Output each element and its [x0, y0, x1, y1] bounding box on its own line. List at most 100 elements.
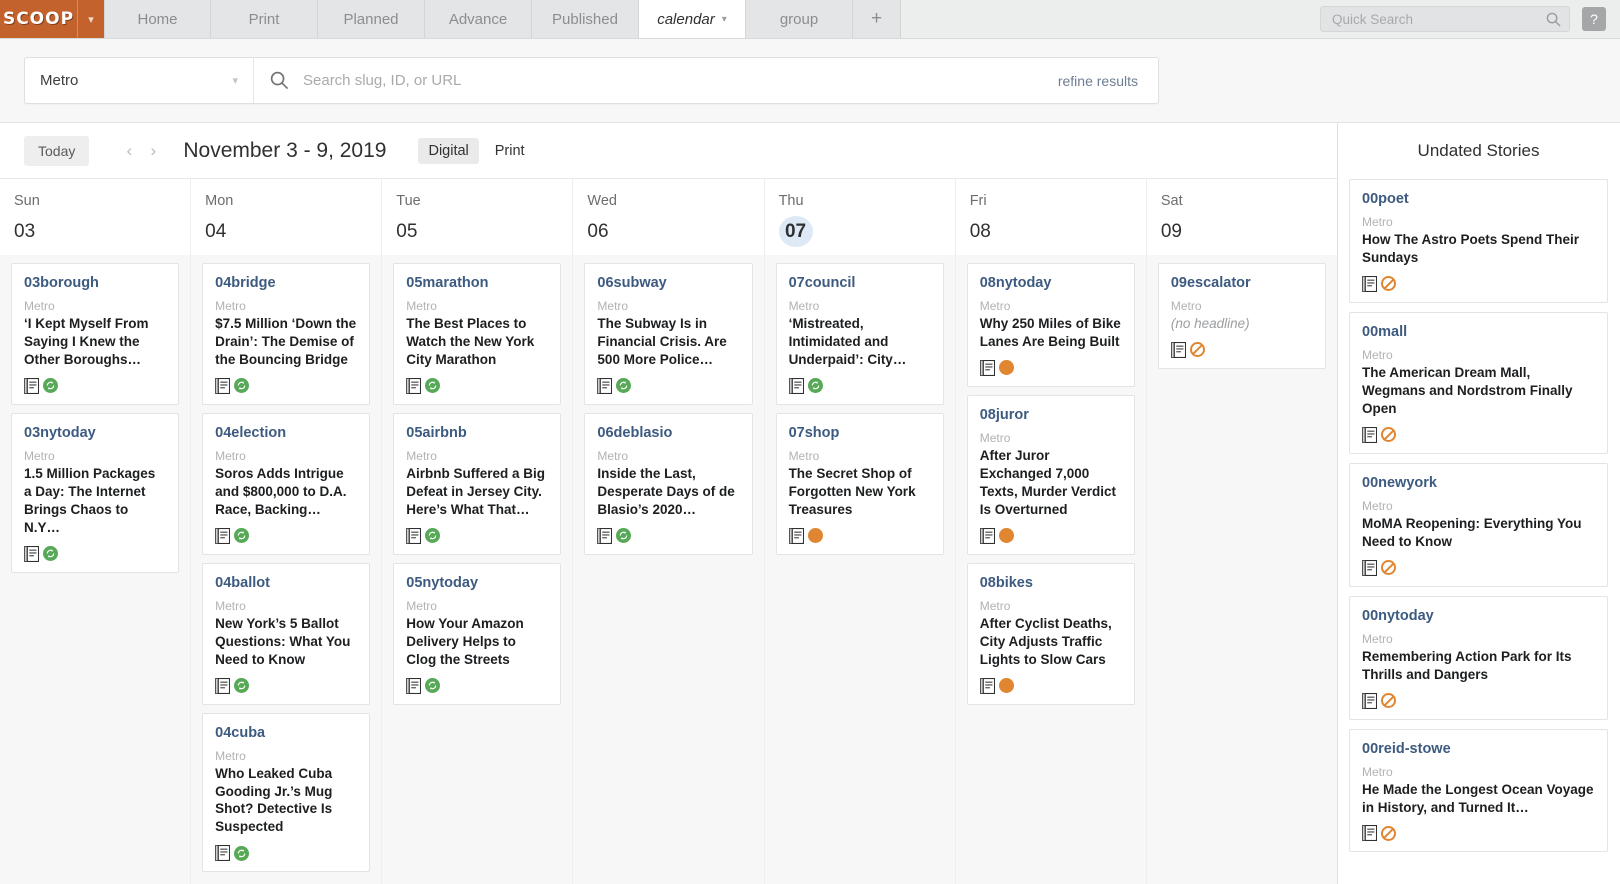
day-number[interactable]: 04 — [205, 216, 239, 247]
status-blocked-icon[interactable] — [1381, 560, 1396, 575]
app-logo[interactable]: SCOOP — [0, 0, 77, 38]
story-slug[interactable]: 04cuba — [215, 725, 357, 741]
story-card[interactable]: 00nytodayMetroRemembering Action Park fo… — [1349, 596, 1608, 720]
status-pending-icon[interactable] — [808, 528, 823, 543]
story-slug[interactable]: 03borough — [24, 275, 166, 291]
story-slug[interactable]: 07council — [789, 275, 931, 291]
day-number[interactable]: 03 — [14, 216, 48, 247]
tab-calendar[interactable]: calendar▾ — [639, 0, 746, 38]
story-card[interactable]: 08nytodayMetroWhy 250 Miles of Bike Lane… — [967, 263, 1135, 387]
refine-results-link[interactable]: refine results — [1058, 58, 1158, 103]
tab-group[interactable]: group — [746, 0, 853, 38]
week-navigation: ‹ › — [119, 139, 163, 163]
story-slug[interactable]: 05airbnb — [406, 425, 548, 441]
story-slug[interactable]: 09escalator — [1171, 275, 1313, 291]
story-slug[interactable]: 05nytoday — [406, 575, 548, 591]
story-card[interactable]: 05marathonMetroThe Best Places to Watch … — [393, 263, 561, 405]
search-input[interactable] — [303, 72, 1042, 89]
status-synced-icon[interactable] — [234, 846, 249, 861]
status-synced-icon[interactable] — [234, 678, 249, 693]
quick-search-box[interactable] — [1320, 6, 1570, 32]
story-slug[interactable]: 00mall — [1362, 324, 1595, 340]
status-synced-icon[interactable] — [616, 378, 631, 393]
tab-published[interactable]: Published — [532, 0, 639, 38]
story-slug[interactable]: 08nytoday — [980, 275, 1122, 291]
view-mode-digital[interactable]: Digital — [418, 138, 478, 164]
story-card[interactable]: 00mallMetroThe American Dream Mall, Wegm… — [1349, 312, 1608, 454]
story-slug[interactable]: 06deblasio — [597, 425, 739, 441]
status-pending-icon[interactable] — [999, 528, 1014, 543]
chevron-down-icon[interactable]: ▾ — [722, 14, 727, 25]
story-slug[interactable]: 05marathon — [406, 275, 548, 291]
story-card[interactable]: 00reid-stoweMetroHe Made the Longest Oce… — [1349, 729, 1608, 853]
story-slug[interactable]: 00nytoday — [1362, 608, 1595, 624]
tab-home[interactable]: Home — [104, 0, 211, 38]
day-number[interactable]: 06 — [587, 216, 621, 247]
story-slug[interactable]: 04ballot — [215, 575, 357, 591]
day-number[interactable]: 09 — [1161, 216, 1195, 247]
help-button[interactable]: ? — [1582, 7, 1606, 31]
story-card[interactable]: 07shopMetroThe Secret Shop of Forgotten … — [776, 413, 944, 555]
story-card[interactable]: 04ballotMetroNew York’s 5 Ballot Questio… — [202, 563, 370, 705]
status-synced-icon[interactable] — [425, 678, 440, 693]
status-pending-icon[interactable] — [999, 678, 1014, 693]
status-blocked-icon[interactable] — [1381, 276, 1396, 291]
story-card[interactable]: 00newyorkMetroMoMA Reopening: Everything… — [1349, 463, 1608, 587]
story-slug[interactable]: 00reid-stowe — [1362, 741, 1595, 757]
status-synced-icon[interactable] — [43, 378, 58, 393]
brand-chevron-down-icon[interactable]: ▾ — [77, 0, 104, 38]
story-slug[interactable]: 03nytoday — [24, 425, 166, 441]
story-slug[interactable]: 08juror — [980, 407, 1122, 423]
story-card[interactable]: 06subwayMetroThe Subway Is in Financial … — [584, 263, 752, 405]
story-card[interactable]: 05airbnbMetroAirbnb Suffered a Big Defea… — [393, 413, 561, 555]
story-card[interactable]: 08bikesMetroAfter Cyclist Deaths, City A… — [967, 563, 1135, 705]
status-synced-icon[interactable] — [616, 528, 631, 543]
desk-select[interactable]: Metro ▾ — [25, 58, 254, 103]
sync-arrows-icon — [427, 380, 438, 391]
status-synced-icon[interactable] — [43, 546, 58, 561]
quick-search-input[interactable] — [1332, 12, 1546, 27]
story-card[interactable]: 04cubaMetroWho Leaked Cuba Gooding Jr.’s… — [202, 713, 370, 873]
tab-advance[interactable]: Advance — [425, 0, 532, 38]
story-slug[interactable]: 00newyork — [1362, 475, 1595, 491]
previous-week-icon[interactable]: ‹ — [119, 139, 139, 163]
story-slug[interactable]: 04election — [215, 425, 357, 441]
story-card[interactable]: 06deblasioMetroInside the Last, Desperat… — [584, 413, 752, 555]
tab-planned[interactable]: Planned — [318, 0, 425, 38]
story-card[interactable]: 09escalatorMetro(no headline) — [1158, 263, 1326, 369]
story-slug[interactable]: 06subway — [597, 275, 739, 291]
status-blocked-icon[interactable] — [1381, 826, 1396, 841]
story-card[interactable]: 03nytodayMetro1.5 Million Packages a Day… — [11, 413, 179, 573]
document-icon — [24, 546, 39, 562]
story-card[interactable]: 05nytodayMetroHow Your Amazon Delivery H… — [393, 563, 561, 705]
day-number-today[interactable]: 07 — [779, 216, 813, 247]
story-card[interactable]: 00poetMetroHow The Astro Poets Spend The… — [1349, 179, 1608, 303]
document-icon — [24, 378, 39, 394]
story-slug[interactable]: 00poet — [1362, 191, 1595, 207]
status-synced-icon[interactable] — [808, 378, 823, 393]
story-slug[interactable]: 08bikes — [980, 575, 1122, 591]
status-synced-icon[interactable] — [425, 378, 440, 393]
status-blocked-icon[interactable] — [1381, 427, 1396, 442]
view-mode-print[interactable]: Print — [485, 138, 535, 164]
status-synced-icon[interactable] — [425, 528, 440, 543]
add-tab-button[interactable]: + — [853, 0, 901, 38]
story-slug[interactable]: 04bridge — [215, 275, 357, 291]
story-card[interactable]: 03boroughMetro‘I Kept Myself From Saying… — [11, 263, 179, 405]
next-week-icon[interactable]: › — [143, 139, 163, 163]
story-card[interactable]: 04electionMetroSoros Adds Intrigue and $… — [202, 413, 370, 555]
story-card[interactable]: 08jurorMetroAfter Juror Exchanged 7,000 … — [967, 395, 1135, 555]
day-number[interactable]: 05 — [396, 216, 430, 247]
story-slug[interactable]: 07shop — [789, 425, 931, 441]
today-button[interactable]: Today — [24, 136, 89, 166]
status-blocked-icon[interactable] — [1190, 342, 1205, 357]
day-number[interactable]: 08 — [970, 216, 1004, 247]
status-blocked-icon[interactable] — [1381, 693, 1396, 708]
status-synced-icon[interactable] — [234, 528, 249, 543]
story-card[interactable]: 04bridgeMetro$7.5 Million ‘Down the Drai… — [202, 263, 370, 405]
story-card[interactable]: 07councilMetro‘Mistreated, Intimidated a… — [776, 263, 944, 405]
status-pending-icon[interactable] — [999, 360, 1014, 375]
tab-print[interactable]: Print — [211, 0, 318, 38]
status-synced-icon[interactable] — [234, 378, 249, 393]
search-field[interactable] — [254, 58, 1058, 103]
